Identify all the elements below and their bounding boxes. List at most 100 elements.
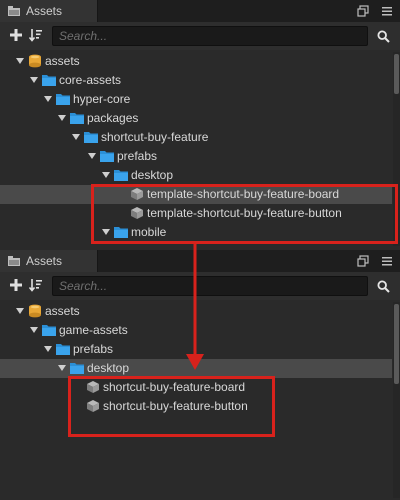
expand-arrow-icon[interactable] bbox=[30, 327, 38, 333]
folder-icon bbox=[114, 227, 128, 238]
expand-arrow-icon[interactable] bbox=[16, 308, 24, 314]
folder-icon bbox=[70, 363, 84, 374]
tree-row-label: template-shortcut-buy-feature-button bbox=[147, 206, 342, 220]
icon-wrap bbox=[114, 166, 130, 185]
expand-arrow-icon[interactable] bbox=[16, 58, 24, 64]
tree-row-label: core-assets bbox=[59, 73, 122, 87]
tree-row-label: desktop bbox=[131, 168, 174, 182]
expand-arrow-icon[interactable] bbox=[72, 134, 80, 140]
tree-row-prefab[interactable]: template-shortcut-buy-feature-board bbox=[0, 185, 392, 204]
tree-row-folder[interactable]: core-assets bbox=[0, 71, 392, 90]
tab-bar: Assets bbox=[0, 0, 400, 23]
tree-row-label: hyper-core bbox=[73, 92, 131, 106]
icon-wrap bbox=[86, 397, 102, 416]
tree-row-folder[interactable]: hyper-core bbox=[0, 90, 392, 109]
toolbar bbox=[0, 22, 400, 50]
tab-label: Assets bbox=[26, 254, 63, 268]
sort-icon[interactable] bbox=[29, 28, 43, 42]
tab-assets[interactable]: Assets bbox=[0, 0, 98, 22]
tab-assets[interactable]: Assets bbox=[0, 250, 98, 272]
tree-row-prefab[interactable]: template-shortcut-buy-feature-button bbox=[0, 204, 392, 223]
icon-wrap bbox=[70, 359, 86, 378]
scroll-thumb[interactable] bbox=[394, 54, 399, 94]
tree-row-label: assets bbox=[45, 54, 80, 68]
folder-icon bbox=[70, 113, 84, 124]
tree-row-folder[interactable]: prefabs bbox=[0, 147, 392, 166]
tree-row-prefab[interactable]: shortcut-buy-feature-board bbox=[0, 378, 392, 397]
expand-arrow-icon[interactable] bbox=[102, 172, 110, 178]
assets-tab-icon bbox=[8, 256, 20, 266]
tree-row-folder[interactable]: packages bbox=[0, 109, 392, 128]
tree-row-db[interactable]: assets bbox=[0, 52, 392, 71]
database-icon bbox=[29, 54, 41, 68]
folder-icon bbox=[56, 344, 70, 355]
expand-arrow-icon[interactable] bbox=[88, 153, 96, 159]
icon-wrap bbox=[86, 378, 102, 397]
tree-row-label: shortcut-buy-feature-button bbox=[103, 399, 248, 413]
tree-row-label: template-shortcut-buy-feature-board bbox=[147, 187, 340, 201]
icon-wrap bbox=[56, 340, 72, 359]
tree-row-folder[interactable]: game-assets bbox=[0, 321, 392, 340]
tree-row-prefab[interactable]: shortcut-buy-feature-button bbox=[0, 397, 392, 416]
icon-wrap bbox=[70, 109, 86, 128]
maximize-icon[interactable] bbox=[357, 255, 369, 267]
tree-row-folder[interactable]: shortcut-buy-feature bbox=[0, 128, 392, 147]
plus-icon[interactable] bbox=[9, 278, 23, 292]
expand-arrow-icon[interactable] bbox=[44, 96, 52, 102]
toolbar bbox=[0, 272, 400, 300]
icon-wrap bbox=[100, 147, 116, 166]
menu-icon[interactable] bbox=[381, 255, 393, 267]
tree-row-label: shortcut-buy-feature-board bbox=[103, 380, 246, 394]
assets-panel-bottom: Assets assets game-assets prefabs desktop bbox=[0, 250, 400, 500]
expand-arrow-icon[interactable] bbox=[30, 77, 38, 83]
menu-icon[interactable] bbox=[381, 5, 393, 17]
prefab-icon bbox=[87, 381, 99, 393]
expand-arrow-icon[interactable] bbox=[58, 115, 66, 121]
expand-arrow-icon[interactable] bbox=[58, 365, 66, 371]
tree-row-folder[interactable]: prefabs bbox=[0, 340, 392, 359]
prefab-icon bbox=[131, 188, 143, 200]
tree-row-label: packages bbox=[87, 111, 139, 125]
tree-row-label: shortcut-buy-feature bbox=[101, 130, 209, 144]
tree-row-label: prefabs bbox=[117, 149, 158, 163]
tree-row-label: desktop bbox=[87, 361, 130, 375]
sort-icon[interactable] bbox=[29, 278, 43, 292]
search-input[interactable] bbox=[52, 276, 368, 296]
folder-icon bbox=[114, 170, 128, 181]
tree-row-label: prefabs bbox=[73, 342, 114, 356]
icon-wrap bbox=[28, 302, 44, 321]
tree-row-label: assets bbox=[45, 304, 80, 318]
tree-row-db[interactable]: assets bbox=[0, 302, 392, 321]
icon-wrap bbox=[56, 90, 72, 109]
scrollbar[interactable] bbox=[393, 302, 400, 498]
assets-panel-top: Assets assetscore-assetshyper-corepack bbox=[0, 0, 400, 248]
tree-row-folder[interactable]: mobile bbox=[0, 223, 392, 242]
icon-wrap bbox=[130, 204, 146, 223]
expand-arrow-icon[interactable] bbox=[102, 229, 110, 235]
folder-icon bbox=[84, 132, 98, 143]
folder-icon bbox=[100, 151, 114, 162]
tree-row-label: mobile bbox=[131, 225, 167, 239]
icon-wrap bbox=[114, 223, 130, 242]
database-icon bbox=[29, 304, 41, 318]
prefab-icon bbox=[87, 400, 99, 412]
search-icon[interactable] bbox=[377, 30, 390, 43]
expand-arrow-icon[interactable] bbox=[44, 346, 52, 352]
search-icon[interactable] bbox=[377, 280, 390, 293]
icon-wrap bbox=[42, 71, 58, 90]
search-input[interactable] bbox=[52, 26, 368, 46]
scrollbar[interactable] bbox=[393, 52, 400, 246]
tree-row-label: game-assets bbox=[59, 323, 128, 337]
assets-tab-icon bbox=[8, 6, 20, 16]
tree-row-folder[interactable]: desktop bbox=[0, 359, 392, 378]
folder-icon bbox=[42, 75, 56, 86]
icon-wrap bbox=[28, 52, 44, 71]
maximize-icon[interactable] bbox=[357, 5, 369, 17]
folder-icon bbox=[42, 325, 56, 336]
prefab-icon bbox=[131, 207, 143, 219]
tab-label: Assets bbox=[26, 4, 63, 18]
scroll-thumb[interactable] bbox=[394, 304, 399, 384]
tab-bar: Assets bbox=[0, 250, 400, 273]
plus-icon[interactable] bbox=[9, 28, 23, 42]
tree-row-folder[interactable]: desktop bbox=[0, 166, 392, 185]
